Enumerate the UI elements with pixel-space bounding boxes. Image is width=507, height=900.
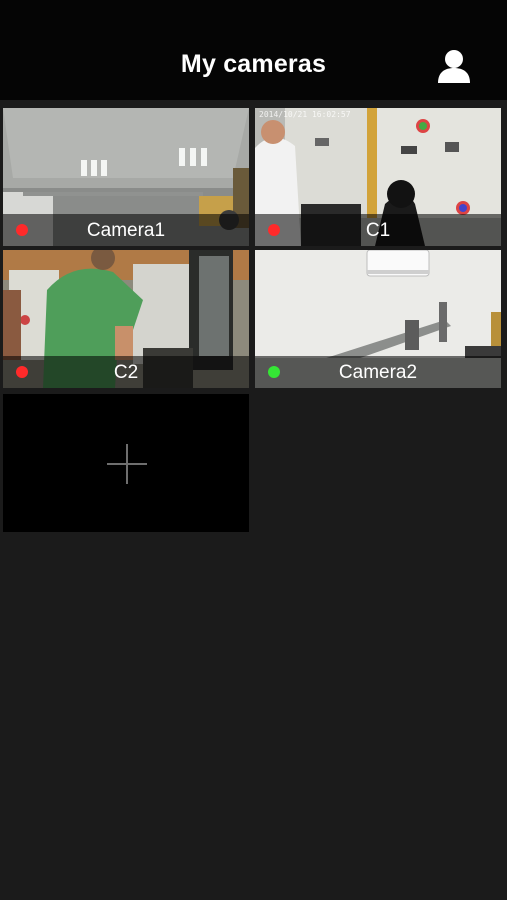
add-camera-button[interactable] (3, 394, 249, 532)
timestamp-overlay: 2014/10/21 16:02:57 (259, 110, 351, 119)
user-profile-button[interactable] (436, 48, 472, 84)
camera-tile[interactable]: C2 (3, 250, 249, 388)
camera-caption: Camera2 (255, 356, 501, 388)
page-title: My cameras (180, 50, 327, 78)
camera-caption: Camera1 (3, 214, 249, 246)
camera-tile[interactable]: Camera1 (3, 108, 249, 246)
camera-tile[interactable]: 2014/10/21 16:02:57 C1 (255, 108, 501, 246)
camera-name: C1 (365, 220, 391, 241)
user-icon (438, 50, 470, 83)
camera-name: C2 (113, 362, 139, 383)
camera-caption: C2 (3, 356, 249, 388)
camera-grid: Camera1 2014/10/21 16:02:57 C1 C2 Camera… (0, 100, 507, 900)
camera-tile[interactable]: Camera2 (255, 250, 501, 388)
camera-name: Camera1 (86, 220, 166, 241)
camera-name: Camera2 (338, 362, 418, 383)
camera-caption: C1 (255, 214, 501, 246)
top-bar: My cameras (0, 0, 507, 100)
plus-icon (107, 444, 147, 484)
